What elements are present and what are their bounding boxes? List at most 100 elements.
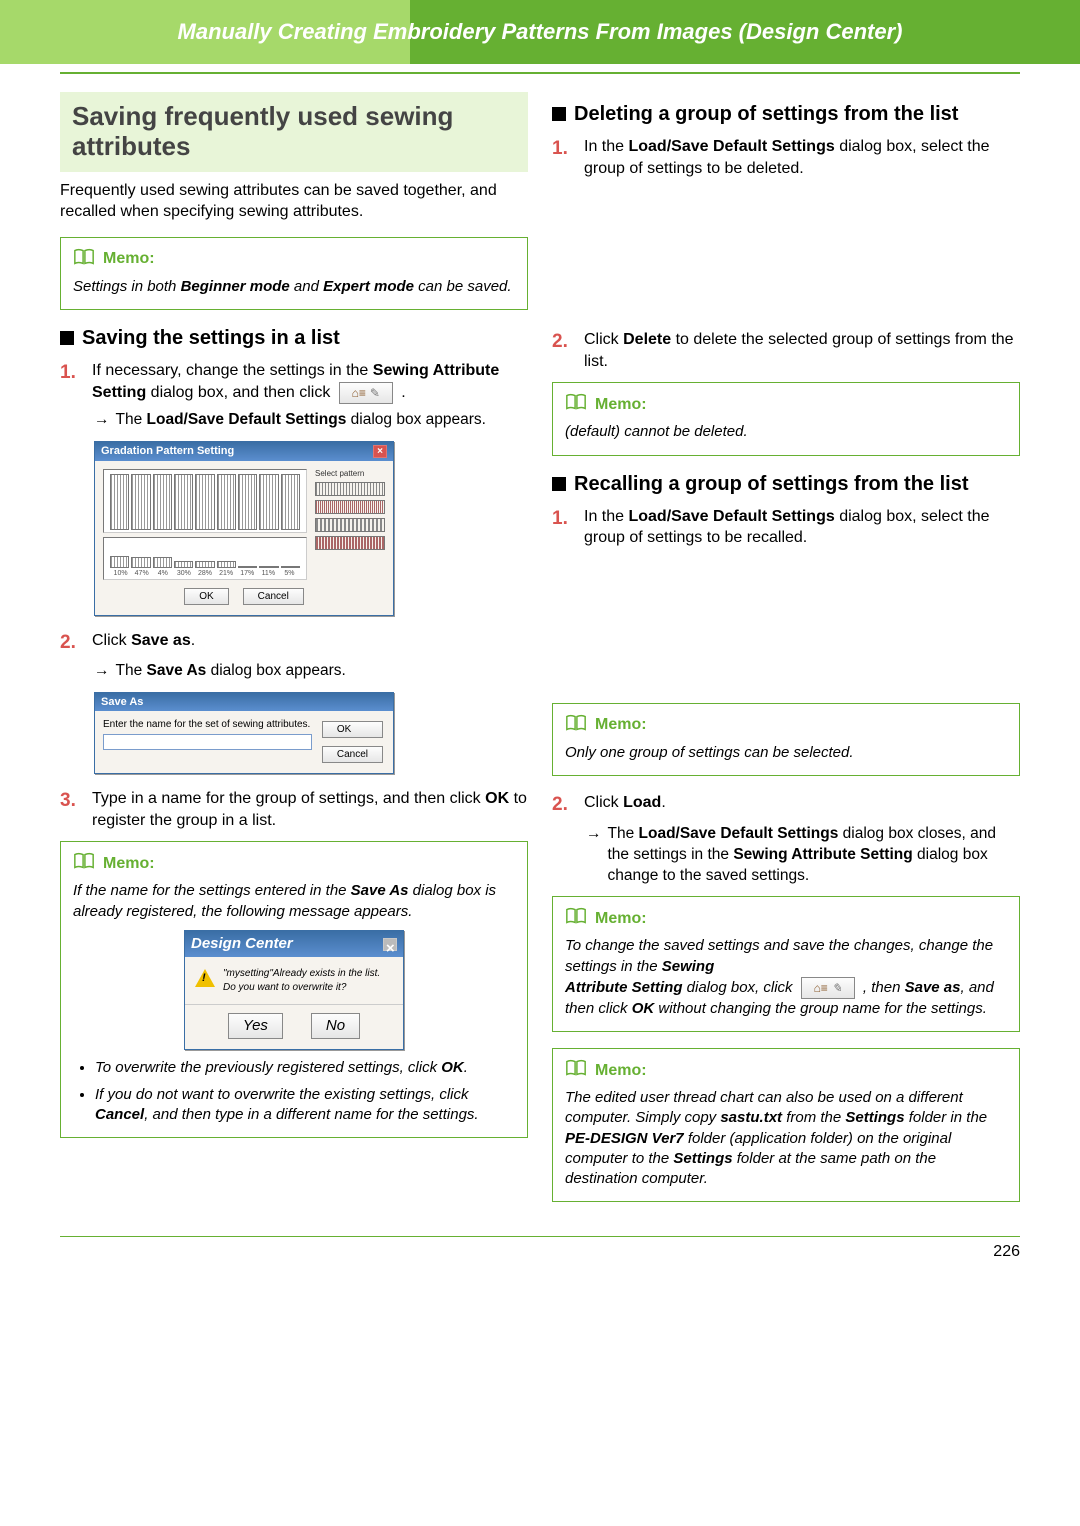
grad-pct: 17% <box>237 570 258 577</box>
load-save-toolbar-button[interactable]: ⌂≡ ✎ <box>801 977 855 999</box>
square-bullet-icon <box>60 331 74 345</box>
subheading-text: Saving the settings in a list <box>82 326 340 350</box>
result-bold: Load/Save Default Settings <box>639 825 839 842</box>
close-icon[interactable]: × <box>383 938 397 951</box>
step-bold: Delete <box>623 331 671 348</box>
dialog-title: Design Center <box>191 934 293 954</box>
book-icon <box>565 1059 587 1082</box>
memo-box: Memo: Settings in both Beginner mode and… <box>60 237 528 310</box>
confirm-message: "mysetting"Already exists in the list. D… <box>223 967 393 994</box>
house-icon: ⌂≡ <box>814 980 828 996</box>
memo-label: Memo: <box>595 716 647 734</box>
chapter-header: Manually Creating Embroidery Patterns Fr… <box>0 0 1080 64</box>
memo-text: If you do not want to overwrite the exis… <box>95 1086 469 1103</box>
subheading-text: Deleting a group of settings from the li… <box>574 102 958 126</box>
subheading-saving: Saving the settings in a list <box>60 326 528 350</box>
memo-heading: Memo: <box>565 714 1007 737</box>
step-text: . <box>191 632 195 649</box>
result-text: The Save As dialog box appears. <box>116 661 346 682</box>
memo-text: folder in the <box>905 1109 988 1126</box>
book-icon <box>73 852 95 875</box>
step-text: Type in a name for the group of settings… <box>92 790 485 807</box>
square-bullet-icon <box>552 107 566 121</box>
pattern-swatch[interactable] <box>315 518 385 532</box>
gradation-bottom-chart: 10%47%4%30%28%21%17%11%5% <box>103 537 307 580</box>
pattern-swatch[interactable] <box>315 536 385 550</box>
step-text: If necessary, change the settings in the <box>92 362 373 379</box>
step-text: In the <box>584 138 628 155</box>
memo-bold: Beginner mode <box>181 278 290 295</box>
arrow-icon: → <box>94 661 110 682</box>
book-icon <box>565 907 587 930</box>
select-pattern-label: Select pattern <box>315 469 385 478</box>
dialog-titlebar: Save As <box>95 693 393 711</box>
memo-label: Memo: <box>595 910 647 928</box>
memo-heading: Memo: <box>73 248 515 271</box>
step-result: → The Load/Save Default Settings dialog … <box>586 824 1020 887</box>
memo-bold: Settings <box>845 1109 904 1126</box>
section-title-box: Saving frequently used sewing attributes <box>60 92 528 172</box>
close-icon[interactable]: × <box>373 445 387 458</box>
step-item: 3. Type in a name for the group of setti… <box>60 788 528 831</box>
book-icon <box>565 714 587 737</box>
ok-button[interactable]: OK <box>184 588 228 605</box>
step-item: 2. Click Load. <box>552 792 1020 818</box>
book-icon <box>565 393 587 416</box>
square-bullet-icon <box>552 477 566 491</box>
grad-pct: 5% <box>279 570 300 577</box>
memo-box: Memo: Only one group of settings can be … <box>552 703 1020 776</box>
memo-label: Memo: <box>595 396 647 414</box>
memo-body: To change the saved settings and save th… <box>565 936 1007 1019</box>
memo-heading: Memo: <box>73 852 515 875</box>
save-as-prompt: Enter the name for the set of sewing att… <box>103 719 312 730</box>
grad-pct: 47% <box>131 570 152 577</box>
memo-bold: Save as <box>905 979 961 996</box>
memo-text: , then <box>863 979 905 996</box>
load-save-toolbar-button[interactable]: ⌂≡ ✎ <box>339 382 393 404</box>
right-column: Deleting a group of settings from the li… <box>552 92 1020 1218</box>
memo-text: Settings in both <box>73 278 181 295</box>
pattern-swatch[interactable] <box>315 500 385 514</box>
memo-label: Memo: <box>103 855 155 873</box>
step-number: 1. <box>552 506 574 549</box>
step-text: In the <box>584 508 628 525</box>
no-button[interactable]: No <box>311 1013 360 1039</box>
gradation-top-chart <box>103 469 307 533</box>
dialog-title: Save As <box>101 696 143 708</box>
step-number: 1. <box>60 360 82 404</box>
cancel-button[interactable]: Cancel <box>243 588 304 605</box>
result-fragment: dialog box appears. <box>206 662 346 679</box>
memo-body: The edited user thread chart can also be… <box>565 1088 1007 1189</box>
step-bold: Load/Save Default Settings <box>628 508 834 525</box>
screenshot-gradation-dialog: Gradation Pattern Setting × <box>94 441 394 616</box>
step-bold: Load <box>623 794 661 811</box>
step-number: 2. <box>60 630 82 656</box>
memo-bold: OK <box>441 1059 464 1076</box>
ok-button[interactable]: OK <box>322 721 383 738</box>
grad-pct: 30% <box>173 570 194 577</box>
memo-text: To overwrite the previously registered s… <box>95 1059 441 1076</box>
needle-icon: ✎ <box>370 385 380 401</box>
memo-body: If the name for the settings entered in … <box>73 881 515 1125</box>
memo-text: and <box>290 278 323 295</box>
cancel-button[interactable]: Cancel <box>322 746 383 763</box>
result-text: The Load/Save Default Settings dialog bo… <box>608 824 1021 887</box>
step-body: Click Load. <box>584 792 1020 818</box>
step-text: . <box>401 384 405 401</box>
result-fragment: The <box>608 825 639 842</box>
grad-pct: 21% <box>216 570 237 577</box>
step-body: Click Save as. <box>92 630 528 656</box>
step-bold: Save as <box>131 632 191 649</box>
step-result: → The Save As dialog box appears. <box>94 661 528 682</box>
image-placeholder <box>552 183 1020 323</box>
save-as-name-input[interactable] <box>103 734 312 750</box>
step-text: Click <box>92 632 131 649</box>
yes-button[interactable]: Yes <box>228 1013 283 1039</box>
step-number: 2. <box>552 329 574 372</box>
memo-box: Memo: The edited user thread chart can a… <box>552 1048 1020 1202</box>
screenshot-confirm-dialog: Design Center × "mysetting"Already exist… <box>184 930 404 1051</box>
memo-text: To change the saved settings and save th… <box>565 937 993 974</box>
result-fragment: dialog box appears. <box>346 411 486 428</box>
pattern-swatch[interactable] <box>315 482 385 496</box>
house-icon: ⌂≡ <box>352 385 366 401</box>
